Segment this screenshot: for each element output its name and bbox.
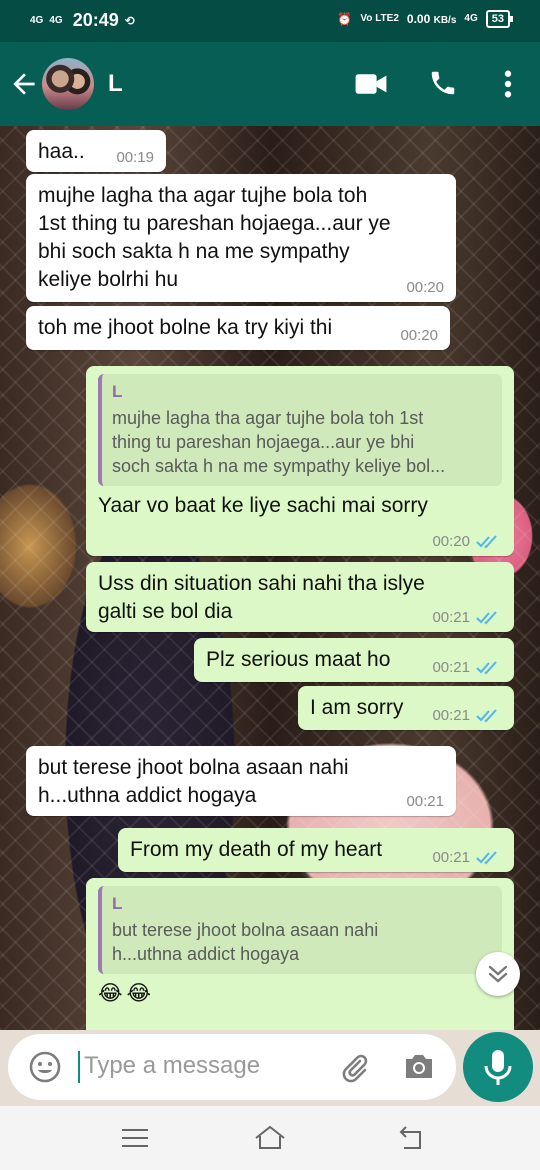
read-receipt-icon <box>476 660 497 674</box>
emoji-icon[interactable] <box>28 1050 62 1084</box>
message-bubble-outgoing[interactable]: L but terese jhoot bolna asaan nahi h...… <box>86 878 514 1030</box>
read-receipt-icon <box>476 610 497 624</box>
message-meta: 00:20 <box>432 533 502 550</box>
more-vert-icon[interactable] <box>494 68 522 100</box>
network-indicator-right: 4G <box>464 13 478 24</box>
quoted-message[interactable]: L mujhe lagha tha agar tujhe bola toh 1s… <box>98 374 502 486</box>
text-caret <box>78 1051 80 1083</box>
scroll-down-button[interactable] <box>476 952 520 996</box>
avatar[interactable] <box>42 58 94 110</box>
message-time: 00:20 <box>400 327 438 344</box>
read-receipt-icon <box>476 534 497 548</box>
message-time: 00:21 <box>432 609 470 626</box>
camera-icon[interactable] <box>402 1050 436 1082</box>
message-bubble-incoming[interactable]: haa.. 00:19 <box>26 130 166 172</box>
message-bubble-outgoing[interactable]: L mujhe lagha tha agar tujhe bola toh 1s… <box>86 366 514 556</box>
message-time: 00:21 <box>432 659 470 676</box>
chat-header: L <box>0 42 540 126</box>
read-receipt-icon <box>476 708 497 722</box>
mic-icon <box>484 1050 512 1085</box>
message-text: but terese jhoot bolna asaan nahi h...ut… <box>38 756 349 807</box>
message-time: 00:20 <box>432 533 470 550</box>
battery-indicator: 53 <box>485 10 514 28</box>
data-speed: 0.00 KB/s <box>406 12 457 26</box>
nav-back-icon[interactable] <box>396 1124 426 1152</box>
message-meta: 00:20 <box>406 279 444 296</box>
network-indicator-2: 4G <box>49 14 63 26</box>
quoted-message[interactable]: L but terese jhoot bolna asaan nahi h...… <box>98 886 502 974</box>
message-meta: 00:21 <box>432 707 502 724</box>
message-input-placeholder[interactable]: Type a message <box>84 1052 260 1080</box>
alarm-icon: ⏰ <box>337 12 353 26</box>
back-arrow-icon[interactable] <box>8 68 40 100</box>
message-text: Yaar vo baat ke liye sachi mai sorry <box>98 494 428 517</box>
message-time: 00:21 <box>406 793 444 810</box>
message-time: 00:20 <box>406 279 444 296</box>
message-time: 00:21 <box>432 707 470 724</box>
nav-menu-icon[interactable] <box>120 1126 150 1150</box>
message-meta: 00:21 <box>432 609 502 626</box>
volte-indicator: Vo LTE2 <box>360 13 399 24</box>
status-time: 20:49 <box>72 10 119 30</box>
message-bubble-incoming[interactable]: mujhe lagha tha agar tujhe bola toh 1st … <box>26 174 456 302</box>
attach-icon[interactable] <box>338 1052 370 1084</box>
scroll-down-icon <box>488 965 508 983</box>
contact-name[interactable]: L <box>108 70 123 98</box>
message-emoji: 😂😂 <box>98 982 156 1005</box>
voice-record-button[interactable] <box>463 1032 533 1102</box>
message-bubble-incoming[interactable]: but terese jhoot bolna asaan nahi h...ut… <box>26 746 456 816</box>
message-time: 00:21 <box>432 849 470 866</box>
message-bubble-outgoing[interactable]: From my death of my heart 00:21 <box>118 828 514 872</box>
read-receipt-icon <box>476 850 497 864</box>
message-bubble-outgoing[interactable]: Plz serious maat ho 00:21 <box>194 638 514 682</box>
message-bubble-outgoing[interactable]: Uss din situation sahi nahi tha islye ga… <box>86 562 514 632</box>
status-left: 4G 4G 20:49 ⟲ <box>30 10 135 31</box>
phone-icon[interactable] <box>428 68 458 98</box>
status-right: ⏰ Vo LTE2 0.00 KB/s 4G 53 <box>337 10 514 28</box>
message-text: toh me jhoot bolne ka try kiyi thi <box>38 316 333 339</box>
quoted-sender: L <box>112 382 123 401</box>
video-call-icon[interactable] <box>354 70 388 98</box>
message-meta: 00:21 <box>432 659 502 676</box>
message-bubble-outgoing[interactable]: I am sorry 00:21 <box>298 686 514 730</box>
message-meta: 00:19 <box>116 149 154 166</box>
message-bubble-incoming[interactable]: toh me jhoot bolne ka try kiyi thi 00:20 <box>26 306 450 350</box>
input-bar: Type a message <box>0 1030 540 1106</box>
quoted-sender: L <box>112 894 123 913</box>
nav-home-icon[interactable] <box>252 1122 288 1152</box>
system-nav-bar <box>0 1106 540 1170</box>
message-meta: 00:21 <box>432 849 502 866</box>
quoted-text: but terese jhoot bolna asaan nahi h...ut… <box>112 920 379 964</box>
quoted-text: mujhe lagha tha agar tujhe bola toh 1st … <box>112 408 446 476</box>
chat-area[interactable]: haa.. 00:19 mujhe lagha tha agar tujhe b… <box>0 126 540 1030</box>
message-meta: 00:21 <box>406 793 444 810</box>
message-input-field[interactable]: Type a message <box>8 1034 456 1100</box>
message-text: mujhe lagha tha agar tujhe bola toh 1st … <box>38 184 391 291</box>
status-bar: 4G 4G 20:49 ⟲ ⏰ Vo LTE2 0.00 KB/s 4G 53 <box>0 0 540 42</box>
network-indicator: 4G <box>30 14 44 26</box>
message-time: 00:19 <box>116 149 154 166</box>
message-meta: 00:20 <box>400 327 438 344</box>
hotspot-icon: ⟲ <box>124 13 135 28</box>
